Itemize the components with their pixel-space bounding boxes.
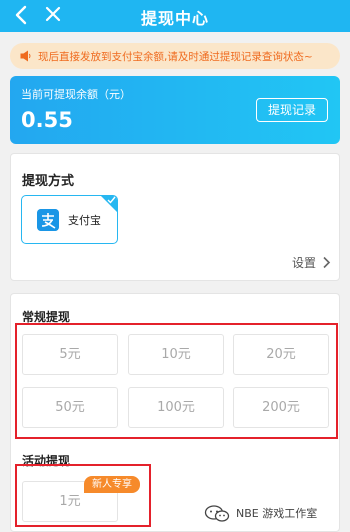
page-title: 提现中心 [140,9,209,28]
balance-label: 当前可提现余额（元） [21,88,131,101]
withdraw-amount-card: 常规提现 5元 10元 20元 50元 100元 200元 活动提现 1元 新人… [10,293,340,532]
check-icon [107,196,116,204]
wechat-icon [204,504,230,522]
balance-amount: 0.55 [21,108,73,132]
notice-text: 现后直接发放到支付宝余额,请及时通过提现记录查询状态~ [38,50,313,63]
method-section-title: 提现方式 [22,174,75,189]
title-bar: 提现中心 [0,0,350,32]
speaker-icon [20,50,31,62]
alipay-icon [37,209,59,231]
settings-link[interactable]: 设置 [292,254,331,271]
chevron-right-icon [323,256,331,269]
withdraw-record-button[interactable]: 提现记录 [256,98,328,122]
alipay-option[interactable]: 支付宝 [21,195,118,244]
settings-label: 设置 [291,256,316,270]
activity-highlight-box [15,464,151,527]
watermark: NBE 游戏工作室 [204,503,317,523]
alipay-label: 支付宝 [68,214,101,227]
balance-card: 当前可提现余额（元） 0.55 提现记录 [10,76,340,144]
notice-banner: 现后直接发放到支付宝余额,请及时通过提现记录查询状态~ [10,43,340,69]
withdraw-method-card: 提现方式 支付宝 设置 [10,153,340,281]
watermark-text: NBE 游戏工作室 [236,507,318,520]
regular-highlight-box [15,323,338,439]
